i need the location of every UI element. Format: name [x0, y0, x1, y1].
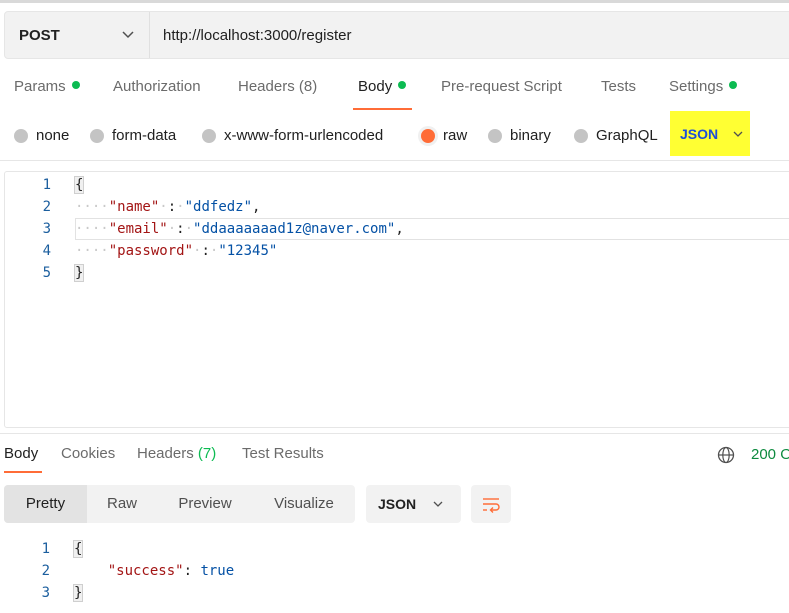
- tab-tests[interactable]: Tests: [601, 78, 636, 95]
- settings-indicator-dot: [729, 81, 738, 89]
- url-input[interactable]: http://localhost:3000/register: [150, 27, 351, 44]
- chevron-down-icon: [733, 131, 743, 137]
- raw-format-dropdown[interactable]: JSON: [680, 126, 744, 142]
- code-line: 3 }: [41, 584, 84, 602]
- tab-settings[interactable]: Settings: [669, 78, 738, 95]
- response-tab-headers[interactable]: Headers (7): [137, 445, 216, 462]
- response-tab-test-results[interactable]: Test Results: [242, 445, 324, 462]
- radio-form-data[interactable]: form-data: [90, 127, 176, 144]
- response-body-viewer[interactable]: 1 { 2 "success": true 3 }: [4, 536, 789, 613]
- radio-none[interactable]: none: [14, 127, 69, 144]
- chevron-down-icon: [122, 31, 134, 39]
- tab-headers[interactable]: Headers (8): [238, 78, 317, 95]
- code-line: 2 ····"name"·:·"ddfedz",: [42, 199, 261, 215]
- radio-circle: [202, 128, 216, 143]
- radio-circle-selected: [421, 128, 435, 143]
- response-format-dropdown[interactable]: JSON: [366, 485, 461, 523]
- params-indicator-dot: [71, 81, 80, 89]
- radio-circle: [14, 128, 28, 143]
- code-line: 2 "success": true: [41, 563, 235, 579]
- globe-icon[interactable]: [717, 446, 735, 464]
- wrap-lines-button[interactable]: [471, 485, 511, 523]
- raw-format-label: JSON: [680, 126, 719, 142]
- divider: [0, 160, 789, 161]
- active-response-tab-indicator: [4, 471, 42, 473]
- tab-authorization[interactable]: Authorization: [113, 78, 201, 95]
- request-bar: POST http://localhost:3000/register: [4, 11, 789, 59]
- code-line: 1 {: [41, 540, 84, 558]
- chevron-down-icon: [433, 501, 443, 507]
- method-label: POST: [19, 26, 60, 44]
- radio-binary[interactable]: binary: [488, 127, 551, 144]
- view-preview[interactable]: Preview: [157, 485, 253, 523]
- window-top-border: [0, 0, 789, 3]
- radio-circle: [488, 128, 502, 143]
- response-tab-cookies[interactable]: Cookies: [61, 445, 115, 462]
- view-pretty[interactable]: Pretty: [4, 485, 87, 523]
- response-tab-body[interactable]: Body: [4, 445, 38, 462]
- request-body-editor[interactable]: 1 { 2 ····"name"·:·"ddfedz", 3 ····"emai…: [4, 171, 789, 428]
- radio-raw[interactable]: raw: [421, 127, 467, 144]
- wrap-lines-icon: [483, 498, 500, 513]
- response-status[interactable]: 200 O: [751, 446, 789, 463]
- tab-params[interactable]: Params: [14, 78, 80, 95]
- radio-graphql[interactable]: GraphQL: [574, 127, 658, 144]
- radio-circle: [90, 128, 104, 143]
- code-line: 4 ····"password"·:·"12345": [42, 243, 278, 259]
- body-indicator-dot: [398, 81, 407, 89]
- tab-pre-request-script[interactable]: Pre-request Script: [441, 78, 562, 95]
- active-tab-indicator: [353, 108, 412, 110]
- method-select[interactable]: POST: [5, 12, 150, 58]
- radio-x-www-form-urlencoded[interactable]: x-www-form-urlencoded: [202, 127, 383, 144]
- response-format-label: JSON: [378, 496, 417, 512]
- view-visualize[interactable]: Visualize: [253, 485, 355, 523]
- radio-circle: [574, 128, 588, 143]
- code-line: 1 {: [42, 176, 85, 194]
- code-line-current: 3 ····"email"·:·"ddaaaaaaad1z@naver.com"…: [5, 218, 789, 240]
- code-line: 5 }: [42, 264, 85, 282]
- divider: [0, 433, 789, 434]
- response-view-mode: Pretty Raw Preview Visualize: [4, 485, 355, 523]
- view-raw[interactable]: Raw: [87, 485, 157, 523]
- tab-body[interactable]: Body: [358, 78, 407, 95]
